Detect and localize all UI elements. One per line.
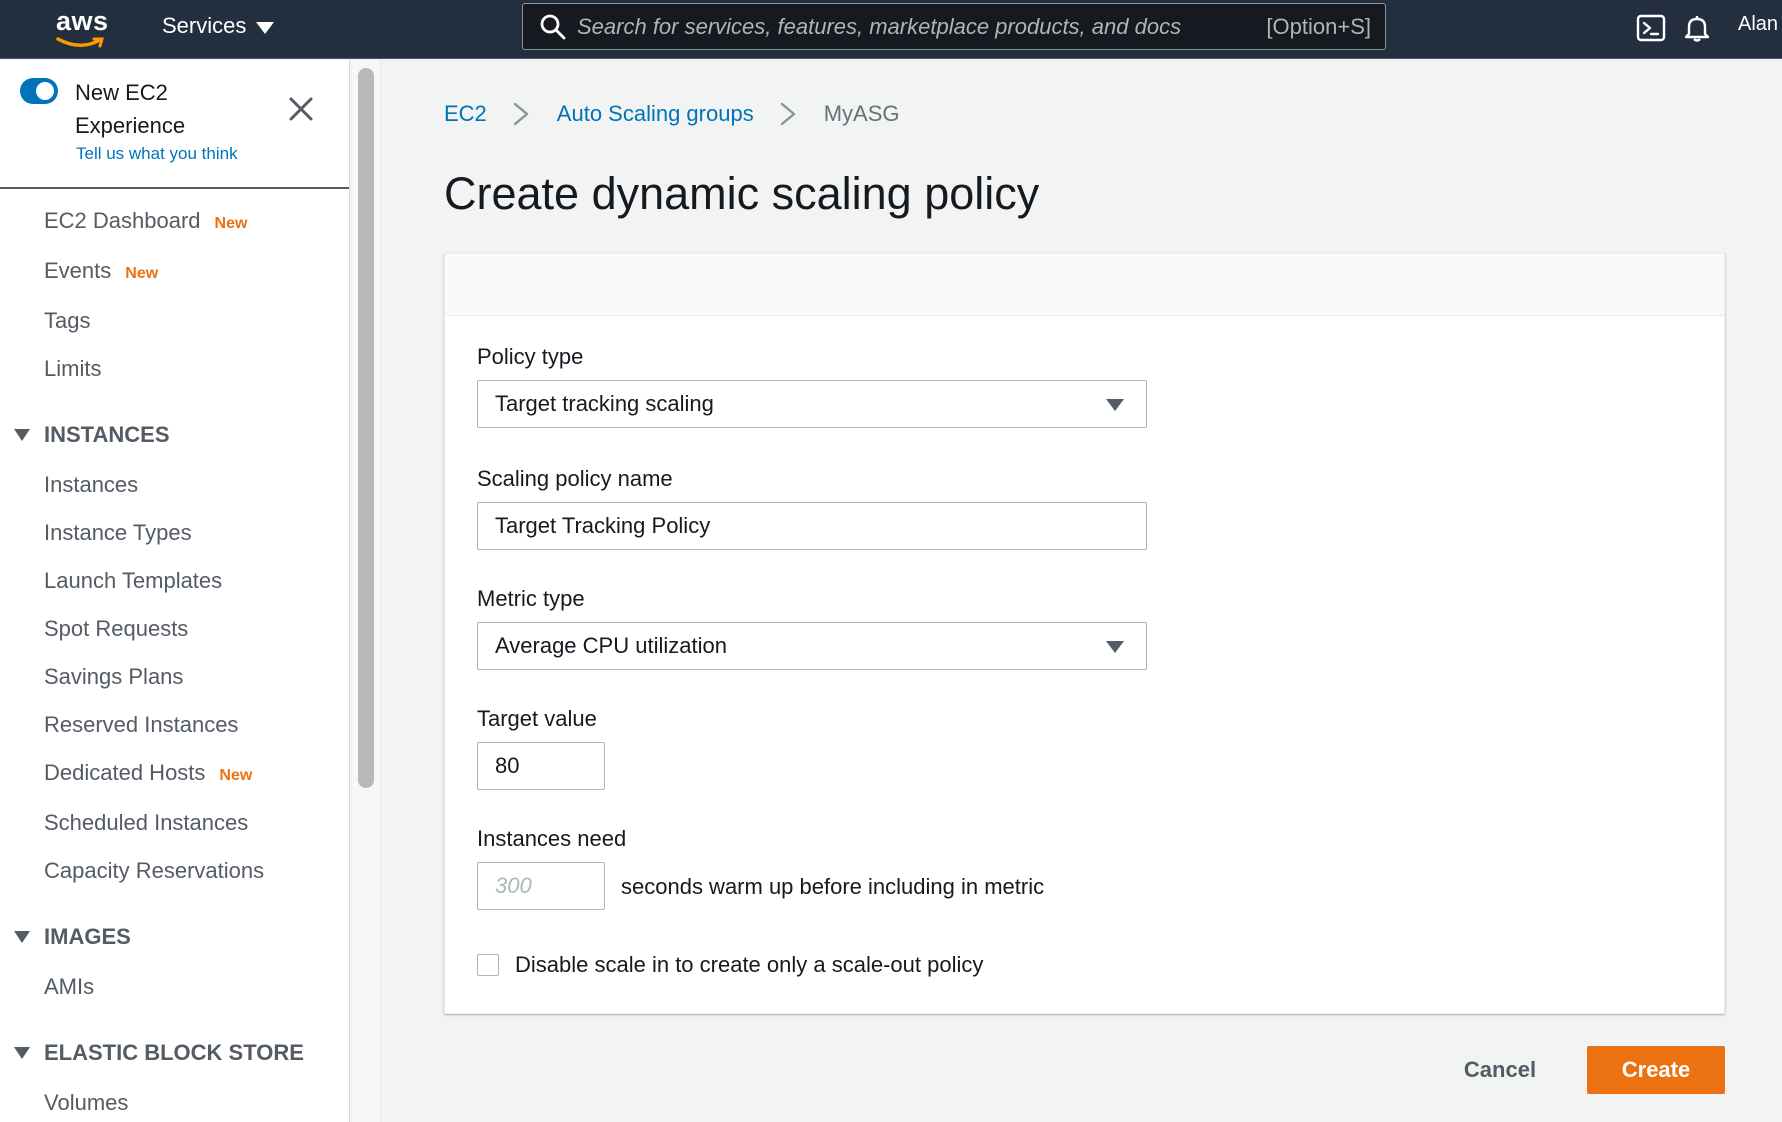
sidebar-section-images[interactable]: IMAGES [14,924,131,950]
sidebar-item-amis[interactable]: AMIs [44,974,94,1000]
services-menu-button[interactable]: Services [162,11,275,41]
new-badge: New [125,265,159,282]
user-menu[interactable]: Alan [1738,13,1778,36]
search-shortcut-hint: [Option+S] [1266,13,1371,39]
sidebar-item-capacity-reservations[interactable]: Capacity Reservations [44,858,264,884]
new-experience-title: New EC2 Experience [75,80,186,138]
breadcrumb-auto-scaling-groups[interactable]: Auto Scaling groups [557,101,754,127]
target-value-label: Target value [477,706,597,731]
sidebar-scrollbar[interactable] [358,68,374,788]
target-value-input[interactable] [477,742,605,790]
sidebar-section-instances[interactable]: INSTANCES [14,422,170,448]
page-title: Create dynamic scaling policy [444,168,1040,219]
policy-name-label: Scaling policy name [477,466,673,491]
caret-down-icon [256,21,275,34]
panel-header [445,254,1724,316]
search-icon [540,14,566,39]
sidebar-item-limits[interactable]: Limits [44,356,101,382]
new-experience-panel: New EC2 Experience Tell us what you thin… [0,60,349,189]
services-label: Services [162,13,247,38]
breadcrumb: EC2 Auto Scaling groups MyASG [444,100,900,128]
warmup-label: Instances need [477,826,627,851]
caret-down-icon [1106,641,1124,653]
sidebar-item-ec2-dashboard[interactable]: EC2 Dashboard New [44,208,247,234]
caret-down-icon [14,429,30,441]
metric-type-value: Average CPU utilization [495,633,727,658]
aws-logo[interactable]: aws [48,6,118,52]
sidebar-item-volumes[interactable]: Volumes [44,1090,128,1116]
policy-type-value: Target tracking scaling [495,391,714,416]
breadcrumb-current: MyASG [823,101,900,126]
new-badge: New [219,767,253,784]
metric-type-label: Metric type [477,586,585,611]
policy-form-panel: Policy type Target tracking scaling Scal… [444,253,1725,1014]
new-badge: New [214,215,248,232]
disable-scale-in-checkbox[interactable] [477,954,499,976]
sidebar-item-instance-types[interactable]: Instance Types [44,520,192,546]
sidebar-item-reserved-instances[interactable]: Reserved Instances [44,712,238,738]
global-search[interactable]: [Option+S] [522,3,1386,50]
sidebar-item-spot-requests[interactable]: Spot Requests [44,616,188,642]
sidebar-item-tags[interactable]: Tags [44,308,90,334]
caret-down-icon [14,1047,30,1059]
policy-type-label: Policy type [477,344,584,369]
sidebar-item-launch-templates[interactable]: Launch Templates [44,568,222,594]
chevron-right-icon [513,102,528,126]
metric-type-select[interactable]: Average CPU utilization [477,622,1147,670]
sidebar-section-elastic-block-store[interactable]: ELASTIC BLOCK STORE [14,1040,304,1066]
warmup-seconds-input[interactable] [477,862,605,910]
disable-scale-in-label: Disable scale in to create only a scale-… [515,952,984,977]
sidebar-item-instances[interactable]: Instances [44,472,138,498]
chevron-right-icon [780,102,795,126]
caret-down-icon [14,931,30,943]
create-button[interactable]: Create [1587,1046,1725,1094]
sidebar-item-scheduled-instances[interactable]: Scheduled Instances [44,810,248,836]
aws-smile-icon [56,37,104,48]
sidebar-item-dedicated-hosts[interactable]: Dedicated Hosts New [44,760,252,786]
warmup-suffix-text: seconds warm up before including in metr… [621,874,1045,899]
top-navigation: aws Services [Option+S] Alan [0,0,1782,59]
sidebar: New EC2 Experience Tell us what you thin… [0,60,350,1122]
policy-name-input[interactable] [477,502,1147,550]
caret-down-icon [1106,399,1124,411]
aws-logo-text: aws [56,6,109,36]
new-experience-toggle[interactable] [20,78,58,104]
policy-type-select[interactable]: Target tracking scaling [477,380,1147,428]
search-input[interactable] [577,13,1267,40]
sidebar-item-savings-plans[interactable]: Savings Plans [44,664,183,690]
notifications-bell-icon[interactable] [1681,12,1713,44]
cancel-button[interactable]: Cancel [1440,1046,1560,1094]
breadcrumb-ec2[interactable]: EC2 [444,101,487,127]
close-icon[interactable] [288,96,314,122]
feedback-link[interactable]: Tell us what you think [76,144,238,164]
cloudshell-icon[interactable] [1635,12,1667,44]
sidebar-item-events[interactable]: Events New [44,258,158,284]
